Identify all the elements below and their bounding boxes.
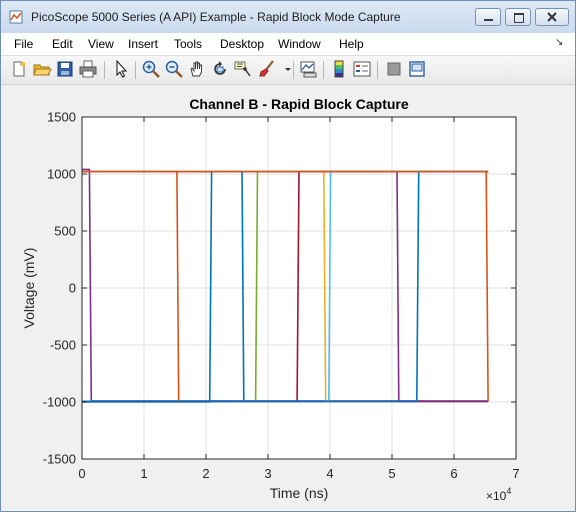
x-tick-label: 6 bbox=[450, 466, 457, 481]
figure-canvas: Channel B - Rapid Block Capture 0 1 2 3 4 5 6 7… bbox=[2, 85, 574, 509]
toolbar-separator bbox=[104, 61, 105, 79]
x-tick-label: 5 bbox=[388, 466, 395, 481]
link-plot-icon bbox=[300, 61, 317, 78]
y-tick-label: 1000 bbox=[47, 167, 76, 182]
x-axis-label: Time (ns) bbox=[270, 485, 329, 501]
new-figure-button[interactable] bbox=[9, 59, 29, 79]
link-plot-button[interactable] bbox=[298, 59, 318, 79]
matlab-figure-icon bbox=[9, 10, 23, 24]
data-cursor-icon bbox=[234, 61, 251, 77]
chart-title: Channel B - Rapid Block Capture bbox=[189, 96, 409, 112]
maximize-button[interactable] bbox=[505, 8, 531, 26]
open-file-button[interactable] bbox=[32, 59, 52, 79]
toolbar-separator bbox=[323, 61, 324, 79]
colorbar-icon bbox=[334, 60, 344, 78]
menu-insert[interactable]: Insert bbox=[128, 37, 158, 51]
legend-icon bbox=[353, 61, 371, 77]
pointer-icon bbox=[116, 59, 128, 78]
x-axis-multiplier: ×104 bbox=[486, 486, 511, 503]
menu-tools[interactable]: Tools bbox=[174, 37, 202, 51]
x-multiplier-exponent: 4 bbox=[506, 486, 511, 496]
y-tick-label: -500 bbox=[50, 338, 76, 353]
x-tick-label: 0 bbox=[78, 466, 85, 481]
menu-view[interactable]: View bbox=[88, 37, 114, 51]
toolbar-separator bbox=[293, 61, 294, 79]
rotate-button[interactable] bbox=[210, 59, 230, 79]
x-tick-label: 7 bbox=[512, 466, 519, 481]
x-tick-label: 2 bbox=[202, 466, 209, 481]
menu-desktop[interactable]: Desktop bbox=[220, 37, 264, 51]
maximize-icon bbox=[514, 13, 524, 23]
figure-toolbar bbox=[1, 55, 575, 85]
window-title: PicoScope 5000 Series (A API) Example - … bbox=[31, 10, 401, 24]
hide-plot-tools-button[interactable] bbox=[384, 59, 404, 79]
show-plot-tools-icon bbox=[409, 61, 425, 77]
close-icon bbox=[547, 12, 557, 22]
pan-button[interactable] bbox=[187, 59, 207, 79]
new-figure-icon bbox=[13, 61, 26, 77]
colorbar-button[interactable] bbox=[329, 59, 349, 79]
brush-button[interactable] bbox=[257, 59, 277, 79]
x-tick-label: 3 bbox=[264, 466, 271, 481]
data-cursor-button[interactable] bbox=[233, 59, 253, 79]
menu-file[interactable]: File bbox=[14, 37, 33, 51]
rapid-block-plot[interactable]: Channel B - Rapid Block Capture 0 1 2 3 4 5 6 7… bbox=[2, 85, 574, 509]
hide-plot-tools-icon bbox=[387, 62, 401, 76]
print-button[interactable] bbox=[78, 59, 98, 79]
save-icon bbox=[57, 61, 73, 77]
y-tick-label: 1500 bbox=[47, 110, 76, 125]
brush-dropdown-button[interactable] bbox=[278, 59, 291, 79]
open-file-icon bbox=[33, 64, 52, 76]
minimize-button[interactable] bbox=[475, 8, 501, 26]
close-button[interactable] bbox=[535, 8, 569, 26]
brush-dropdown-icon bbox=[285, 68, 291, 71]
x-tick-label: 1 bbox=[140, 466, 147, 481]
print-icon bbox=[79, 60, 97, 78]
menu-bar: File Edit View Insert Tools Desktop Wind… bbox=[1, 33, 575, 55]
rotate-icon bbox=[214, 61, 226, 75]
app-window: PicoScope 5000 Series (A API) Example - … bbox=[0, 0, 576, 512]
minimize-icon bbox=[484, 19, 493, 21]
y-axis-label: Voltage (mV) bbox=[21, 248, 37, 329]
zoom-in-button[interactable] bbox=[141, 59, 161, 79]
save-button[interactable] bbox=[55, 59, 75, 79]
menu-edit[interactable]: Edit bbox=[52, 37, 73, 51]
x-tick-label: 4 bbox=[326, 466, 333, 481]
toolbar-separator bbox=[377, 61, 378, 79]
brush-icon bbox=[259, 60, 274, 77]
menu-window[interactable]: Window bbox=[278, 37, 321, 51]
zoom-out-button[interactable] bbox=[164, 59, 184, 79]
legend-button[interactable] bbox=[352, 59, 372, 79]
y-tick-label: -1500 bbox=[43, 452, 76, 467]
pan-icon bbox=[190, 61, 202, 77]
menu-help[interactable]: Help bbox=[339, 37, 364, 51]
y-tick-label: 500 bbox=[54, 224, 76, 239]
toolbar-separator bbox=[135, 61, 136, 79]
y-tick-label: -1000 bbox=[43, 395, 76, 410]
dock-arrow-icon[interactable]: ↘ bbox=[555, 37, 563, 48]
title-bar[interactable]: PicoScope 5000 Series (A API) Example - … bbox=[1, 1, 575, 33]
zoom-out-icon bbox=[165, 60, 183, 78]
show-plot-tools-button[interactable] bbox=[407, 59, 427, 79]
pointer-button[interactable] bbox=[111, 59, 131, 79]
y-tick-label: 0 bbox=[69, 281, 76, 296]
zoom-in-icon bbox=[142, 60, 160, 78]
x-multiplier-base: ×10 bbox=[486, 489, 507, 503]
